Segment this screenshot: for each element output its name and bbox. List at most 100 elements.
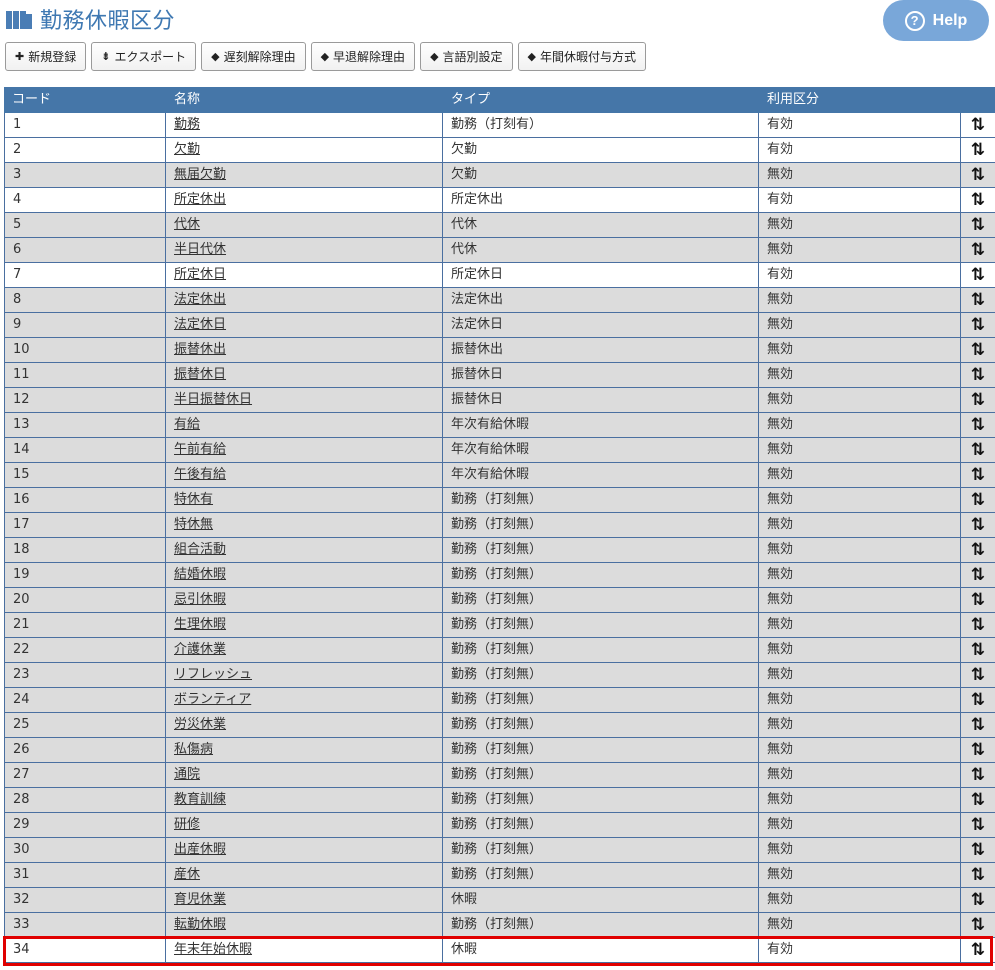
name-link[interactable]: 振替休出 <box>174 342 226 357</box>
sort-handle-icon[interactable]: ⇅ <box>961 838 995 862</box>
sort-handle-icon[interactable]: ⇅ <box>961 813 995 837</box>
type-cell: 法定休日 <box>443 313 759 337</box>
name-link[interactable]: 転勤休暇 <box>174 917 226 932</box>
toolbar-button-3[interactable]: ◆ 遅刻解除理由 <box>201 42 306 71</box>
name-link[interactable]: 振替休日 <box>174 367 226 382</box>
name-link[interactable]: 午前有給 <box>174 442 226 457</box>
toolbar-button-6[interactable]: ◆ 年間休暇付与方式 <box>517 42 647 71</box>
sort-handle-icon[interactable]: ⇅ <box>961 663 995 687</box>
usage-cell: 無効 <box>759 363 961 387</box>
sort-handle-icon[interactable]: ⇅ <box>961 113 995 137</box>
name-link[interactable]: 特休有 <box>174 492 213 507</box>
name-link[interactable]: 午後有給 <box>174 467 226 482</box>
sort-handle-icon[interactable]: ⇅ <box>961 638 995 662</box>
name-link[interactable]: 組合活動 <box>174 542 226 557</box>
sort-handle-icon[interactable]: ⇅ <box>961 913 995 937</box>
name-link[interactable]: 代休 <box>174 217 200 232</box>
sort-handle-icon[interactable]: ⇅ <box>961 263 995 287</box>
sort-handle-icon[interactable]: ⇅ <box>961 238 995 262</box>
name-link[interactable]: 法定休日 <box>174 317 226 332</box>
sort-handle-icon[interactable]: ⇅ <box>961 613 995 637</box>
toolbar-button-2[interactable]: ⇟ エクスポート <box>91 42 197 71</box>
code-cell: 12 <box>4 388 166 412</box>
name-link[interactable]: 特休無 <box>174 517 213 532</box>
sort-handle-icon[interactable]: ⇅ <box>961 888 995 912</box>
usage-cell: 無効 <box>759 538 961 562</box>
sort-handle-icon[interactable]: ⇅ <box>961 538 995 562</box>
name-link[interactable]: 法定休出 <box>174 292 226 307</box>
name-cell: 有給 <box>166 413 443 437</box>
sort-handle-icon[interactable]: ⇅ <box>961 138 995 162</box>
toolbar-button-1[interactable]: ✚ 新規登録 <box>5 42 87 71</box>
header-type[interactable]: タイプ <box>443 87 759 113</box>
name-link[interactable]: 半日振替休日 <box>174 392 252 407</box>
table-row: 19 結婚休暇 勤務（打刻無） 無効 ⇅ <box>4 563 995 588</box>
sort-handle-icon[interactable]: ⇅ <box>961 438 995 462</box>
name-link[interactable]: 出産休暇 <box>174 842 226 857</box>
name-link[interactable]: 所定休出 <box>174 192 226 207</box>
tag-icon: ◆ <box>430 50 439 63</box>
name-link[interactable]: 育児休業 <box>174 892 226 907</box>
name-link[interactable]: リフレッシュ <box>174 667 252 682</box>
sort-handle-icon[interactable]: ⇅ <box>961 713 995 737</box>
name-cell: 研修 <box>166 813 443 837</box>
toolbar-button-label: 早退解除理由 <box>333 50 406 64</box>
name-link[interactable]: 教育訓練 <box>174 792 226 807</box>
sort-handle-icon[interactable]: ⇅ <box>961 413 995 437</box>
name-cell: 半日振替休日 <box>166 388 443 412</box>
name-link[interactable]: 欠勤 <box>174 142 200 157</box>
help-button[interactable]: ? Help <box>883 0 989 41</box>
tag-icon: ◆ <box>211 50 220 63</box>
header-name[interactable]: 名称 <box>166 87 443 113</box>
name-link[interactable]: 半日代休 <box>174 242 226 257</box>
sort-handle-icon[interactable]: ⇅ <box>961 388 995 412</box>
name-link[interactable]: 結婚休暇 <box>174 567 226 582</box>
sort-handle-icon[interactable]: ⇅ <box>961 563 995 587</box>
sort-handle-icon[interactable]: ⇅ <box>961 763 995 787</box>
name-link[interactable]: 忌引休暇 <box>174 592 226 607</box>
sort-handle-icon[interactable]: ⇅ <box>961 588 995 612</box>
type-cell: 欠勤 <box>443 163 759 187</box>
sort-handle-icon[interactable]: ⇅ <box>961 513 995 537</box>
header-code[interactable]: コード <box>4 87 166 113</box>
type-cell: 勤務（打刻無） <box>443 913 759 937</box>
name-link[interactable]: 年末年始休暇 <box>174 942 252 957</box>
sort-handle-icon[interactable]: ⇅ <box>961 938 995 962</box>
name-link[interactable]: 無届欠勤 <box>174 167 226 182</box>
sort-handle-icon[interactable]: ⇅ <box>961 213 995 237</box>
name-link[interactable]: 勤務 <box>174 117 200 132</box>
sort-handle-icon[interactable]: ⇅ <box>961 313 995 337</box>
name-link[interactable]: 労災休業 <box>174 717 226 732</box>
usage-cell: 無効 <box>759 563 961 587</box>
name-link[interactable]: 生理休暇 <box>174 617 226 632</box>
usage-cell: 無効 <box>759 463 961 487</box>
sort-handle-icon[interactable]: ⇅ <box>961 788 995 812</box>
sort-handle-icon[interactable]: ⇅ <box>961 863 995 887</box>
sort-handle-icon[interactable]: ⇅ <box>961 488 995 512</box>
sort-handle-icon[interactable]: ⇅ <box>961 338 995 362</box>
toolbar-button-5[interactable]: ◆ 言語別設定 <box>420 42 513 71</box>
sort-handle-icon[interactable]: ⇅ <box>961 288 995 312</box>
name-link[interactable]: 研修 <box>174 817 200 832</box>
name-link[interactable]: 介護休業 <box>174 642 226 657</box>
name-link[interactable]: 有給 <box>174 417 200 432</box>
sort-handle-icon[interactable]: ⇅ <box>961 163 995 187</box>
toolbar-button-4[interactable]: ◆ 早退解除理由 <box>310 42 416 71</box>
sort-handle-icon[interactable]: ⇅ <box>961 688 995 712</box>
name-link[interactable]: 通院 <box>174 767 200 782</box>
sort-handle-icon[interactable]: ⇅ <box>961 738 995 762</box>
type-cell: 勤務（打刻無） <box>443 688 759 712</box>
name-cell: 法定休日 <box>166 313 443 337</box>
name-link[interactable]: 産休 <box>174 867 200 882</box>
name-link[interactable]: ボランティア <box>174 692 251 707</box>
name-link[interactable]: 所定休日 <box>174 267 226 282</box>
usage-cell: 無効 <box>759 413 961 437</box>
sort-handle-icon[interactable]: ⇅ <box>961 463 995 487</box>
usage-cell: 無効 <box>759 863 961 887</box>
type-cell: 振替休日 <box>443 388 759 412</box>
name-link[interactable]: 私傷病 <box>174 742 213 757</box>
table-row: 28 教育訓練 勤務（打刻無） 無効 ⇅ <box>4 788 995 813</box>
sort-handle-icon[interactable]: ⇅ <box>961 188 995 212</box>
sort-handle-icon[interactable]: ⇅ <box>961 363 995 387</box>
header-usage[interactable]: 利用区分 <box>759 87 961 113</box>
